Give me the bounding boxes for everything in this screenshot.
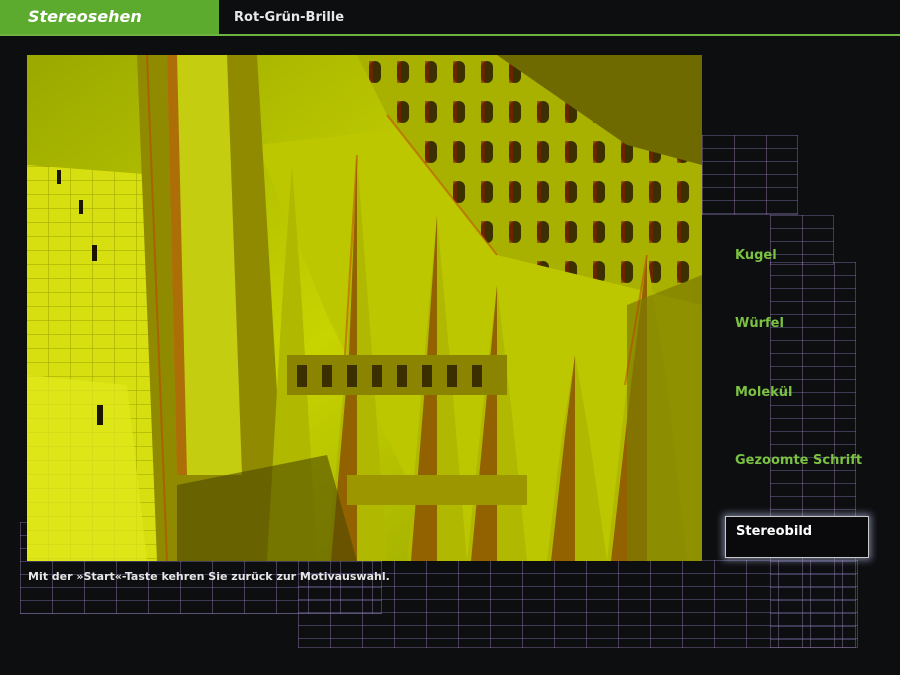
caption-text: Mit der »Start«-Taste kehren Sie zurück … (28, 570, 390, 583)
page-title: Stereosehen (28, 7, 142, 26)
header-bar: Stereosehen Rot-Grün-Brille (0, 0, 900, 36)
menu-item-gezoomte-schrift[interactable]: Gezoomte Schrift (735, 453, 862, 468)
menu-item-kugel[interactable]: Kugel (735, 248, 777, 263)
menu-item-stereobild[interactable]: Stereobild (725, 516, 869, 558)
menu-item-molekuel[interactable]: Molekül (735, 385, 793, 400)
background-grid-right-top (702, 135, 798, 215)
page-subtitle: Rot-Grün-Brille (234, 10, 345, 25)
title-block: Stereosehen (0, 0, 219, 34)
stereo-anaglyph-image (27, 55, 702, 561)
menu-item-wuerfel[interactable]: Würfel (735, 316, 784, 331)
background-grid-right-middle (770, 215, 834, 265)
